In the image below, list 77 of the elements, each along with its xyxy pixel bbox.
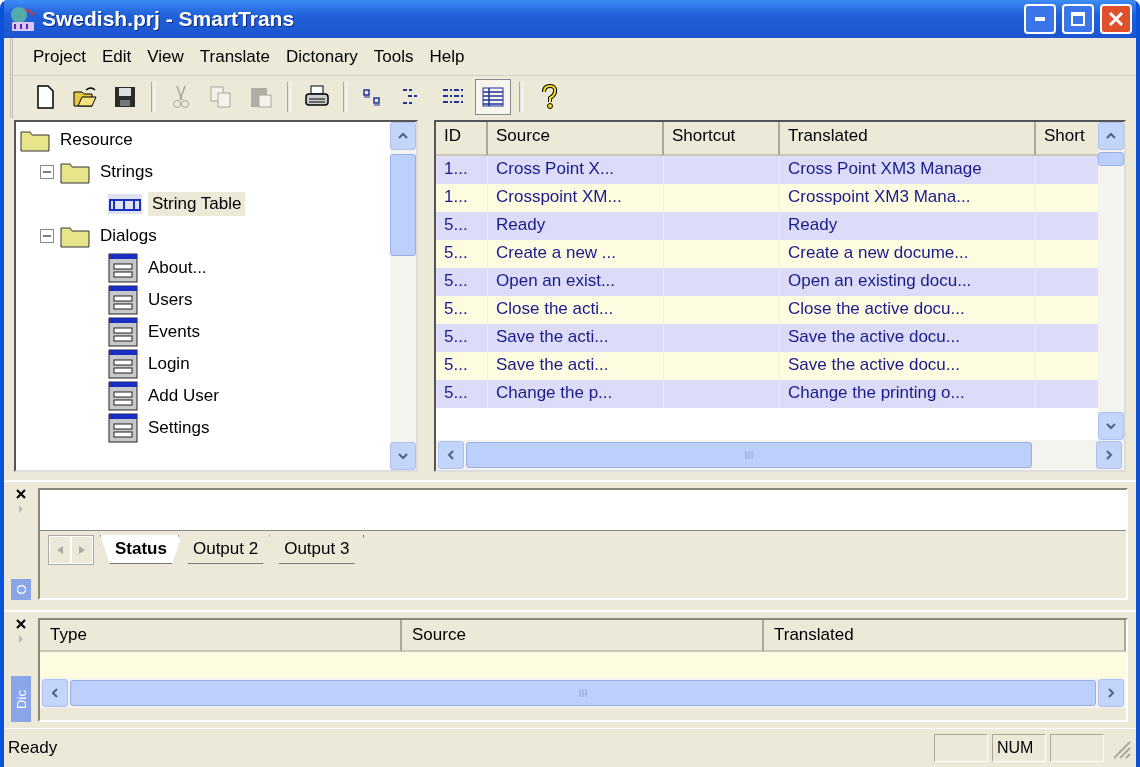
scroll-thumb[interactable] (1098, 152, 1124, 166)
close-icon[interactable] (15, 488, 27, 500)
table-cell: Change the p... (488, 380, 664, 408)
dialog-window-icon (108, 349, 138, 379)
minus-icon (43, 232, 51, 240)
menu-item[interactable]: Edit (95, 43, 138, 70)
tree-item[interactable]: Strings (96, 160, 157, 184)
dialog-window-icon (108, 317, 138, 347)
minimize-button[interactable] (1024, 4, 1056, 34)
tab[interactable]: Status (100, 535, 182, 564)
folder-icon (20, 128, 50, 152)
column-header[interactable]: Source (488, 122, 664, 156)
chevron-down-icon (397, 451, 409, 461)
scroll-thumb[interactable] (390, 154, 416, 256)
folder-icon (60, 224, 90, 248)
chevron-right-icon (1105, 688, 1117, 698)
tree-item[interactable]: Login (144, 352, 194, 376)
minimize-icon (1035, 17, 1045, 21)
chevron-up-icon (397, 131, 409, 141)
abc-string-icon (108, 194, 142, 214)
folder-icon (60, 160, 90, 184)
chevron-right-icon (1103, 450, 1115, 460)
details-view-icon (480, 84, 506, 110)
dialog-window-icon (108, 285, 138, 315)
vertical-scrollbar[interactable] (390, 122, 416, 470)
dialog-window-icon (108, 253, 138, 283)
column-header[interactable]: Shortcut (664, 122, 780, 156)
minus-icon (43, 168, 51, 176)
tree-item[interactable]: About... (144, 256, 211, 280)
close-button[interactable] (1100, 4, 1132, 34)
app-logo-icon (8, 5, 36, 33)
column-header[interactable]: Short (1036, 122, 1098, 156)
table-cell: Change the printing o... (780, 380, 1036, 408)
scroll-right-button[interactable] (71, 536, 93, 564)
window-title: Swedish.prj - SmartTrans (42, 7, 296, 31)
chevron-left-icon (445, 450, 457, 460)
dialog-window-icon (108, 413, 138, 443)
vertical-scrollbar[interactable] (1098, 122, 1124, 440)
menu-item[interactable]: Help (423, 43, 471, 70)
collapse-toggle[interactable] (40, 229, 54, 243)
table-cell: 5... (436, 380, 488, 408)
chevron-down-icon (1105, 421, 1117, 431)
tree-item[interactable]: Users (144, 288, 197, 312)
chevron-left-icon (49, 688, 61, 698)
maximize-icon (1070, 11, 1086, 27)
chevron-up-icon (1105, 131, 1117, 141)
horizontal-scrollbar[interactable] (40, 678, 1126, 708)
maximize-button[interactable] (1062, 4, 1094, 34)
tree-item[interactable]: Events (144, 320, 204, 344)
menu-item[interactable]: Dictonary (280, 43, 364, 70)
column-header[interactable]: Translated (780, 122, 1036, 156)
status-pane (1050, 734, 1104, 762)
column-header[interactable]: ID (436, 122, 488, 156)
open-folder-icon (72, 84, 98, 110)
right-triangle-icon (79, 545, 85, 554)
status-text: Ready (8, 738, 59, 758)
tree-item[interactable]: Settings (144, 416, 214, 440)
status-pane (934, 734, 988, 762)
menu-item[interactable]: View (141, 43, 190, 70)
copy-icon (208, 84, 234, 110)
dialog-window-icon (108, 381, 138, 411)
tree-item[interactable]: Dialogs (96, 224, 161, 248)
close-icon[interactable] (15, 618, 27, 630)
tab[interactable]: Output 3 (269, 535, 365, 564)
scroll-left-button[interactable] (49, 536, 71, 564)
close-icon (1108, 11, 1124, 27)
status-indicator: NUM (992, 734, 1046, 762)
menu-item[interactable]: Translate (193, 43, 276, 70)
tree-item[interactable]: String Table (148, 192, 246, 216)
collapse-toggle[interactable] (40, 165, 54, 179)
tree-item[interactable]: Resource (56, 128, 137, 152)
tree-item[interactable]: Add User (144, 384, 223, 408)
horizontal-scrollbar[interactable] (436, 440, 1124, 470)
left-triangle-icon (57, 545, 63, 554)
toolbar-button[interactable] (475, 79, 511, 115)
menu-item[interactable]: Project (27, 43, 92, 70)
menu-item[interactable]: Tools (367, 43, 420, 70)
